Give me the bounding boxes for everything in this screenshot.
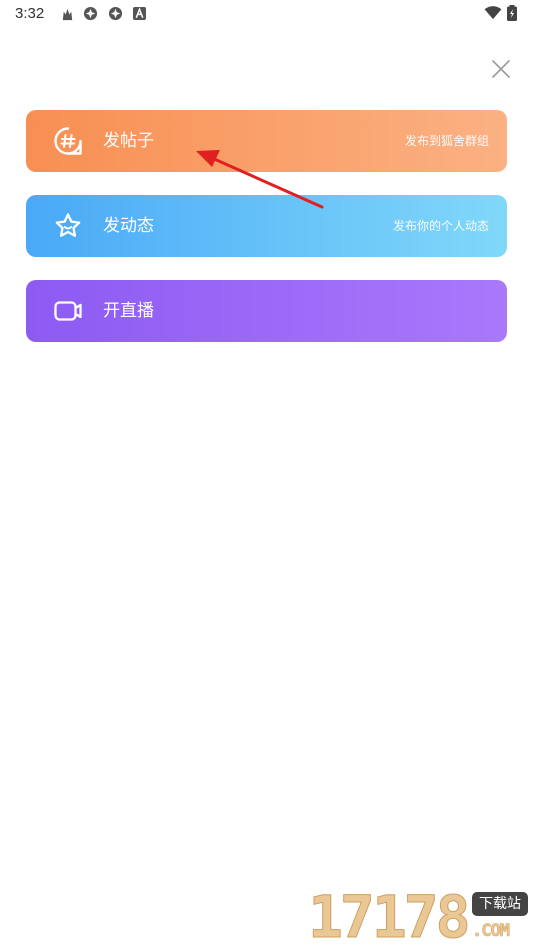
settings-icon — [108, 6, 123, 21]
watermark-logo: 17178 下载站 .COM — [308, 883, 530, 951]
watermark-domain: .COM — [472, 921, 510, 942]
settings-icon — [83, 6, 98, 21]
close-icon — [492, 60, 510, 78]
status-time: 3:32 — [15, 5, 45, 22]
start-live-button[interactable]: 开直播 — [26, 280, 507, 342]
app-a-icon — [133, 7, 146, 20]
post-thread-subtitle: 发布到狐舍群组 — [404, 134, 489, 148]
post-moment-button[interactable]: 发动态 发布你的个人动态 — [26, 195, 507, 257]
hashtag-icon — [54, 127, 82, 155]
battery-icon — [507, 5, 517, 21]
star-icon — [55, 213, 81, 237]
start-live-label: 开直播 — [103, 301, 154, 321]
cat-icon — [62, 8, 73, 21]
video-camera-icon — [54, 301, 82, 321]
post-thread-button[interactable]: 发帖子 发布到狐舍群组 — [26, 110, 507, 172]
status-bar: 3:32 — [0, 0, 534, 28]
post-moment-subtitle: 发布你的个人动态 — [392, 219, 489, 233]
watermark-badge: 下载站 — [472, 892, 528, 916]
post-moment-label: 发动态 — [103, 216, 154, 236]
wifi-icon — [484, 6, 502, 20]
watermark-digits: 17178 — [308, 883, 472, 951]
post-thread-label: 发帖子 — [103, 131, 154, 151]
close-button[interactable] — [488, 56, 514, 82]
